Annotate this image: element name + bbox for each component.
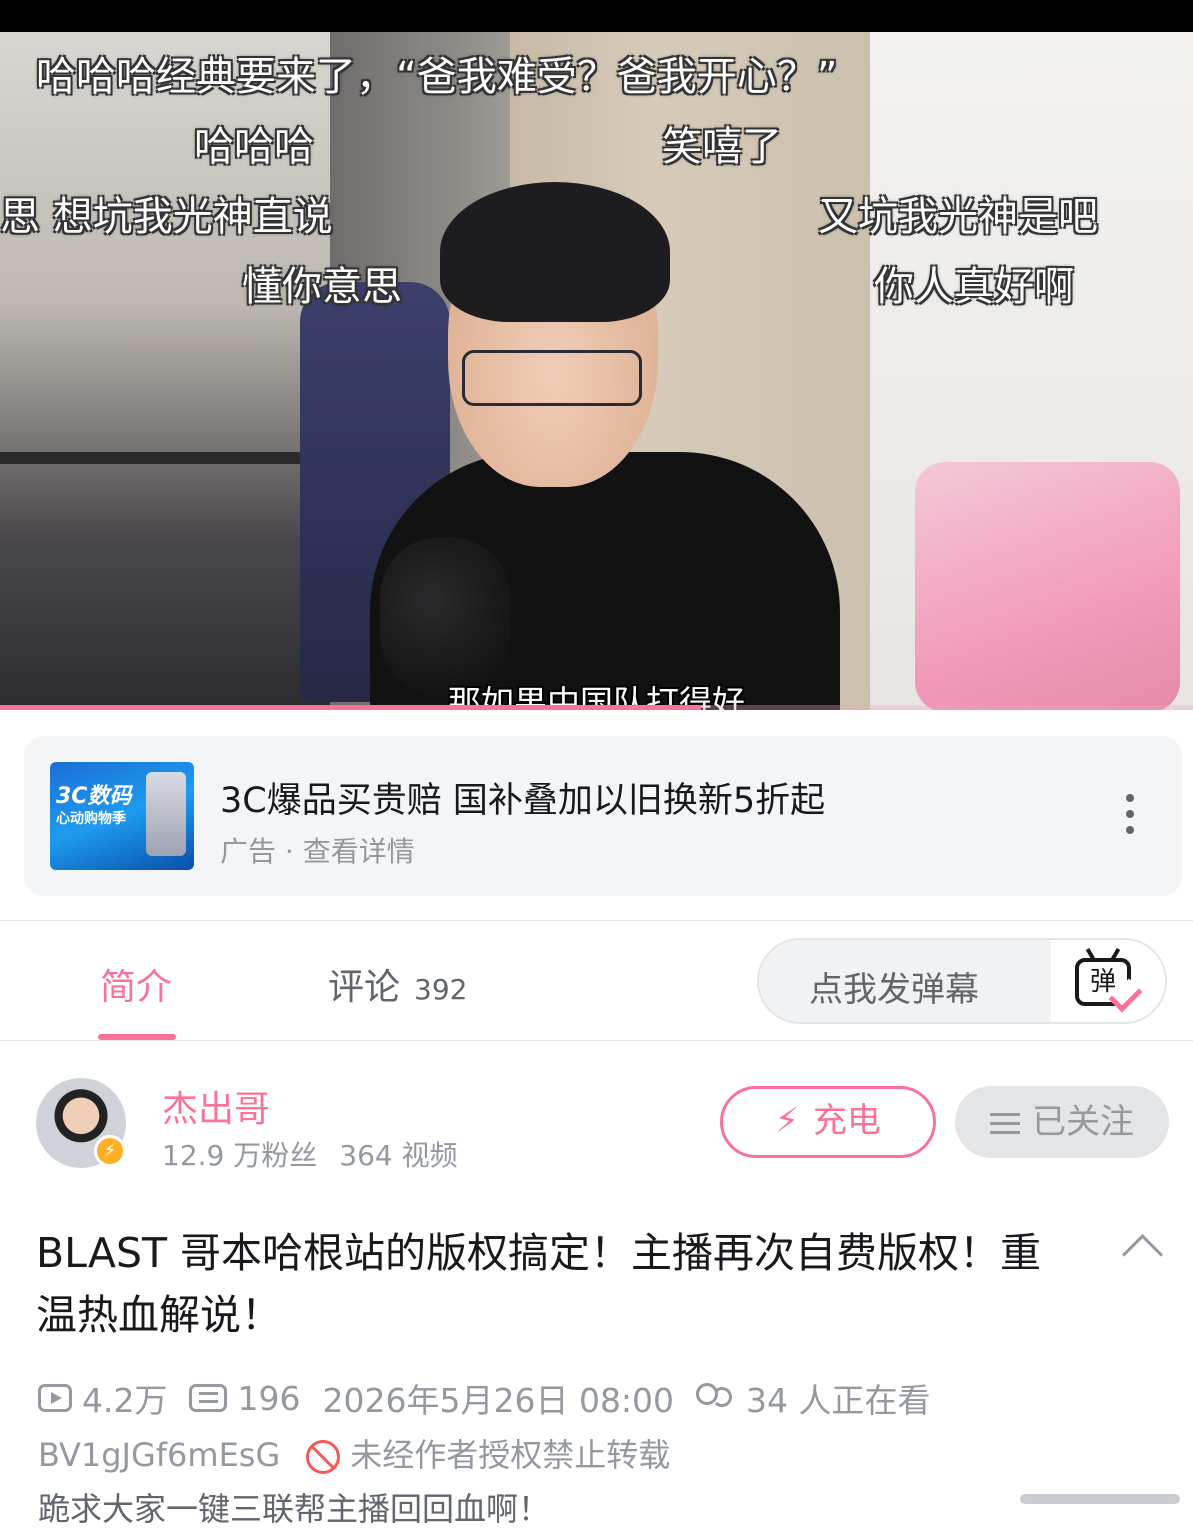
uploader-name[interactable]: 杰出哥 <box>162 1080 270 1132</box>
danmaku-toggle-button[interactable]: 弹 <box>1051 940 1165 1022</box>
danmaku-comment: 哈哈哈 <box>194 124 314 170</box>
danmaku-count: 196 <box>237 1378 301 1418</box>
watching-icon <box>696 1383 736 1413</box>
danmaku-count-icon <box>189 1384 228 1412</box>
view-count: 4.2万 <box>82 1381 168 1420</box>
play-count-icon <box>38 1384 72 1412</box>
ad-thumbnail: 3C数码 心动购物季 <box>50 762 194 870</box>
progress-bar-fill <box>0 705 702 710</box>
lightning-icon: ⚡ <box>775 1101 799 1141</box>
video-desk <box>0 452 330 464</box>
video-microphone <box>380 537 510 697</box>
danmaku-comment: 又坑我光神是吧 <box>818 194 1098 240</box>
tab-comments-label: 评论 <box>328 967 401 1008</box>
video-meta-2: BV1gJGf6mEsG 未经作者授权禁止转载 <box>38 1430 670 1476</box>
lightning-badge-icon: ⚡ <box>94 1135 126 1167</box>
watching-count: 34 人正在看 <box>746 1381 931 1420</box>
ad-thumbnail-text: 心动购物季 <box>56 811 126 827</box>
follow-label: 已关注 <box>1032 1102 1134 1142</box>
ad-subtitle[interactable]: 广告 · 查看详情 <box>220 830 415 870</box>
danmaku-comment: 哈哈哈经典要来了，“爸我难受？爸我开心？” <box>36 54 838 100</box>
charge-label: 充电 <box>812 1101 881 1141</box>
tab-intro[interactable]: 简介 <box>100 958 172 1010</box>
video-basket <box>915 462 1180 710</box>
danmaku-input-box[interactable]: 点我发弹幕 弹 <box>757 938 1167 1024</box>
video-player[interactable]: 哈哈哈经典要来了，“爸我难受？爸我开心？” 哈哈哈 笑嘻了 思 想坑我光神直说 … <box>0 32 1193 710</box>
uploader-stats: 12.9 万粉丝 364 视频 <box>162 1134 458 1174</box>
copyright-notice: 未经作者授权禁止转载 <box>350 1436 671 1474</box>
danmaku-comment: 笑嘻了 <box>662 124 782 170</box>
ad-title: 3C爆品买贵赔 国补叠加以旧换新5折起 <box>220 781 826 821</box>
bvid[interactable]: BV1gJGf6mEsG <box>38 1436 280 1474</box>
divider <box>0 1040 1193 1041</box>
charge-button[interactable]: ⚡ 充电 <box>720 1086 936 1158</box>
danmaku-input[interactable]: 点我发弹幕 <box>809 962 979 1011</box>
video-person-hair <box>440 182 670 322</box>
home-indicator <box>1020 1494 1180 1504</box>
video-meta: 4.2万 196 2026年5月26日 08:00 34 人正在看 <box>38 1374 931 1420</box>
danmaku-comment: 思 想坑我光神直说 <box>0 194 333 240</box>
danmaku-comment: 懂你意思 <box>242 264 402 310</box>
chevron-up-icon[interactable] <box>1121 1233 1164 1276</box>
publish-time: 2026年5月26日 08:00 <box>322 1381 675 1420</box>
video-count: 364 视频 <box>339 1139 458 1172</box>
menu-icon <box>990 1112 1020 1135</box>
video-description: 跪求大家一键三联帮主播回回血啊！ <box>38 1490 551 1528</box>
status-bar <box>0 0 1193 32</box>
divider <box>0 920 1193 921</box>
ad-thumbnail-text: 3C数码 <box>56 784 132 809</box>
follow-button[interactable]: 已关注 <box>955 1086 1169 1158</box>
danmaku-comment: 你人真好啊 <box>874 264 1074 310</box>
ad-card[interactable]: 3C数码 心动购物季 3C爆品买贵赔 国补叠加以旧换新5折起 广告 · 查看详情 <box>24 736 1182 896</box>
phone-image <box>146 772 186 856</box>
fans-count: 12.9 万粉丝 <box>162 1139 318 1172</box>
comments-count: 392 <box>414 973 468 1006</box>
more-options-icon[interactable] <box>1120 794 1140 840</box>
no-repost-icon <box>306 1440 341 1474</box>
tab-comments[interactable]: 评论 392 <box>328 958 467 1010</box>
video-title: BLAST 哥本哈根站的版权搞定！主播再次自费版权！重温热血解说！ <box>36 1229 1042 1339</box>
video-person-glasses <box>462 350 642 406</box>
